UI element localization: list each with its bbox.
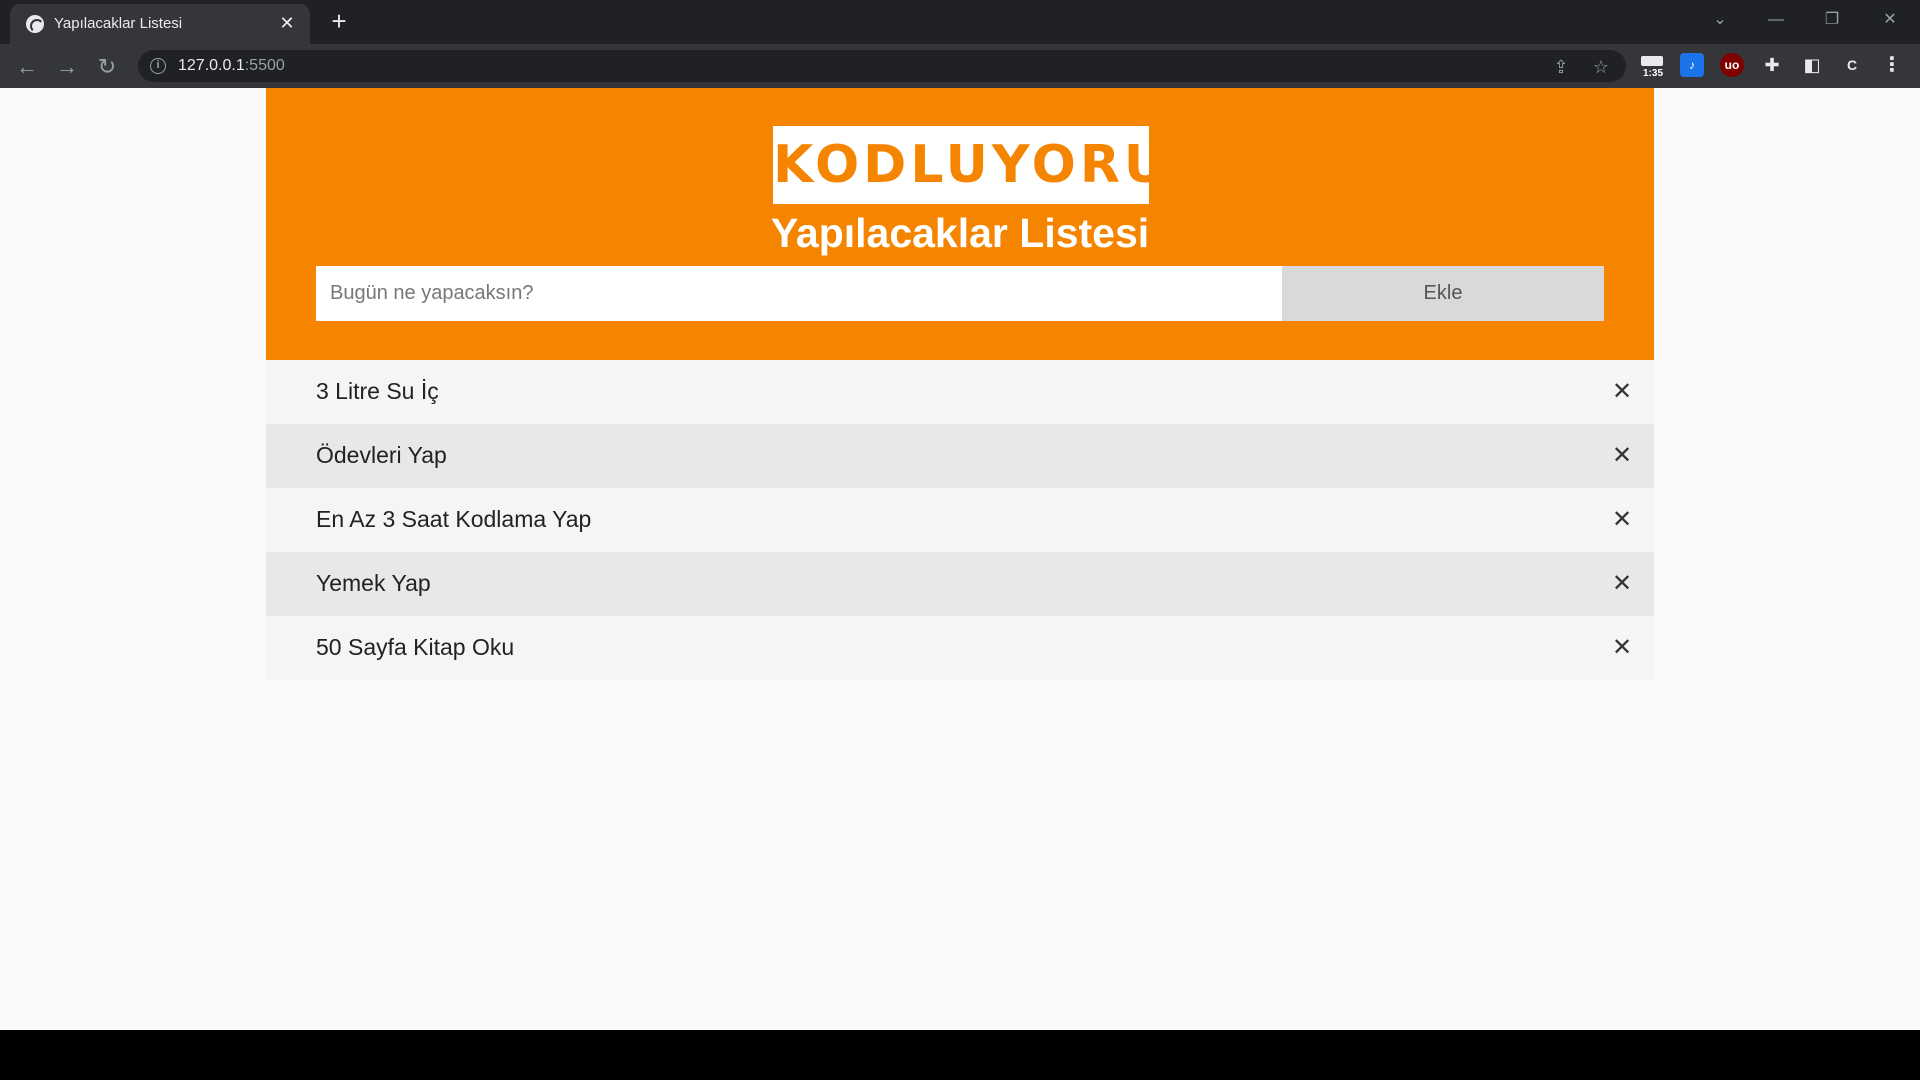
- todo-text: 50 Sayfa Kitap Oku: [316, 634, 515, 660]
- ublock-icon[interactable]: uo: [1720, 53, 1744, 77]
- url-text: 127.0.0.1:5500: [178, 57, 285, 75]
- restore-icon[interactable]: ❐: [1812, 6, 1852, 34]
- url-port: :5500: [244, 57, 285, 74]
- task-input[interactable]: [316, 266, 1282, 321]
- todo-text: Yemek Yap: [316, 570, 431, 596]
- browser-tab[interactable]: Yapılacaklar Listesi ✕: [10, 4, 310, 44]
- delete-icon[interactable]: ✕: [1608, 442, 1636, 470]
- delete-icon[interactable]: ✕: [1608, 634, 1636, 662]
- list-item[interactable]: 3 Litre Su İç ✕: [266, 360, 1654, 424]
- clock-extension-icon[interactable]: 1:35: [1640, 54, 1664, 82]
- logo-text: KODLUYORUZ: [773, 135, 1212, 195]
- extension-time: 1:35: [1642, 68, 1663, 79]
- share-icon[interactable]: ⇪: [1550, 56, 1572, 78]
- list-item[interactable]: En Az 3 Saat Kodlama Yap ✕: [266, 488, 1654, 552]
- page-viewport: KODLUYORUZ Yapılacaklar Listesi Ekle 3 L…: [0, 88, 1920, 1030]
- forward-icon[interactable]: →: [52, 52, 82, 82]
- bookmark-star-icon[interactable]: ☆: [1590, 56, 1612, 78]
- list-item[interactable]: 50 Sayfa Kitap Oku ✕: [266, 616, 1654, 680]
- tab-search-icon[interactable]: ⌄: [1700, 6, 1740, 34]
- todo-text: Ödevleri Yap: [316, 442, 447, 468]
- back-icon[interactable]: ←: [12, 52, 42, 82]
- extensions-puzzle-icon[interactable]: ✚: [1760, 53, 1784, 77]
- todo-text: En Az 3 Saat Kodlama Yap: [316, 506, 592, 532]
- header: KODLUYORUZ Yapılacaklar Listesi Ekle: [266, 88, 1654, 360]
- delete-icon[interactable]: ✕: [1608, 378, 1636, 406]
- extension-bar: [1641, 56, 1663, 66]
- browser-toolbar: ← → ↻ i 127.0.0.1:5500 ⇪ ☆ 1:35 ♪ uo ✚ ◧…: [0, 44, 1920, 88]
- logo: KODLUYORUZ: [773, 126, 1208, 204]
- delete-icon[interactable]: ✕: [1608, 570, 1636, 598]
- profile-avatar[interactable]: C: [1840, 53, 1864, 77]
- add-button[interactable]: Ekle: [1282, 266, 1604, 321]
- browser-titlebar: Yapılacaklar Listesi ✕ + ⌄ — ❐ ✕: [0, 0, 1920, 44]
- address-bar[interactable]: i 127.0.0.1:5500 ⇪ ☆: [138, 50, 1626, 82]
- tab-close-icon[interactable]: ✕: [276, 12, 298, 34]
- new-tab-button[interactable]: +: [324, 6, 354, 36]
- minimize-icon[interactable]: —: [1756, 6, 1796, 34]
- window-close-icon[interactable]: ✕: [1870, 6, 1910, 34]
- info-icon[interactable]: i: [150, 58, 166, 74]
- globe-icon: [26, 15, 44, 33]
- taskbar-area: [0, 1030, 1920, 1080]
- page-title: Yapılacaklar Listesi: [770, 210, 1150, 256]
- delete-icon[interactable]: ✕: [1608, 506, 1636, 534]
- list-item[interactable]: Yemek Yap ✕: [266, 552, 1654, 616]
- tab-title: Yapılacaklar Listesi: [54, 15, 183, 32]
- side-panel-icon[interactable]: ◧: [1800, 53, 1824, 77]
- todo-text: 3 Litre Su İç: [316, 378, 439, 404]
- reload-icon[interactable]: ↻: [92, 52, 122, 82]
- audio-extension-icon[interactable]: ♪: [1680, 53, 1704, 77]
- list-item[interactable]: Ödevleri Yap ✕: [266, 424, 1654, 488]
- url-host: 127.0.0.1: [178, 57, 245, 74]
- menu-kebab-icon[interactable]: ⋮: [1880, 53, 1904, 77]
- todo-app: KODLUYORUZ Yapılacaklar Listesi Ekle 3 L…: [266, 88, 1654, 680]
- todo-list: 3 Litre Su İç ✕ Ödevleri Yap ✕ En Az 3 S…: [266, 360, 1654, 680]
